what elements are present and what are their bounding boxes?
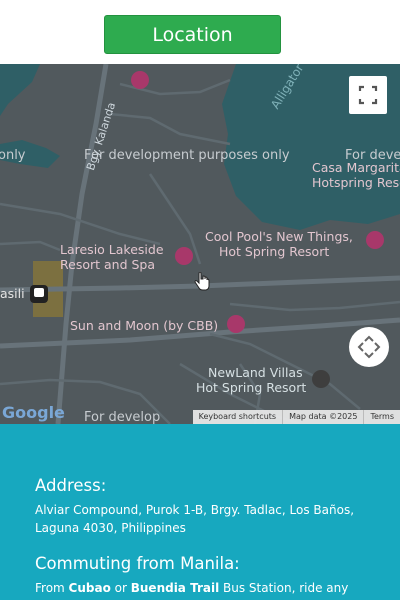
address-text: Alviar Compound, Purok 1-B, Brgy. Tadlac… [35, 503, 355, 535]
commute-cubao: Cubao [68, 581, 111, 595]
laresio-label-1: Laresio Lakeside [60, 242, 164, 257]
watermark-1: only [0, 148, 26, 163]
map-view[interactable]: only For development purposes only For d… [0, 64, 400, 424]
commute-heading: Commuting from Manila: [35, 554, 240, 573]
info-panel: Address: Alviar Compound, Purok 1-B, Brg… [0, 424, 400, 600]
location-button[interactable]: Location [104, 15, 281, 54]
terms-link[interactable]: Terms [363, 410, 400, 424]
map-data-text: Map data ©2025 [282, 410, 363, 424]
basili-label: asili [0, 286, 25, 301]
poi-marker-top [131, 71, 149, 89]
pan-control-button[interactable] [349, 327, 389, 367]
address-heading: Address: [35, 476, 107, 495]
coolpool-label-1: Cool Pool's New Things, [205, 229, 353, 244]
header-bar: Location [0, 0, 400, 64]
watermark-2: For development purposes only [84, 148, 290, 163]
pan-control-icon [357, 335, 381, 359]
poi-marker-newland [312, 370, 330, 388]
hand-cursor-icon [194, 272, 210, 291]
commute-rest: Bus Station, ride any [219, 581, 349, 595]
sunmoon-label: Sun and Moon (by CBB) [70, 318, 219, 333]
watermark-4: For develop [84, 410, 161, 424]
poi-marker-coolpool [366, 231, 384, 249]
commute-or: or [110, 581, 131, 595]
keyboard-shortcuts-link[interactable]: Keyboard shortcuts [193, 410, 282, 424]
commute-prefix: From [35, 581, 69, 595]
poi-marker-sunmoon [227, 315, 245, 333]
newland-label-2: Hot Spring Resort [196, 380, 307, 395]
poi-marker-laresio [175, 247, 193, 265]
google-logo: Google [2, 403, 65, 422]
commute-text: From Cubao or Buendia Trail Bus Station,… [35, 579, 385, 597]
casa-label-2: Hotspring Resort [312, 175, 400, 190]
map-attribution: Keyboard shortcuts Map data ©2025 Terms [192, 410, 400, 424]
commute-buendia: Buendia Trail [130, 581, 220, 595]
newland-label-1: NewLand Villas [208, 365, 303, 380]
fullscreen-button[interactable] [349, 76, 387, 114]
casa-label-1: Casa Margarita [312, 160, 400, 175]
laresio-label-2: Resort and Spa [60, 257, 156, 272]
fullscreen-icon [358, 85, 378, 105]
coolpool-label-2: Hot Spring Resort [219, 244, 330, 259]
